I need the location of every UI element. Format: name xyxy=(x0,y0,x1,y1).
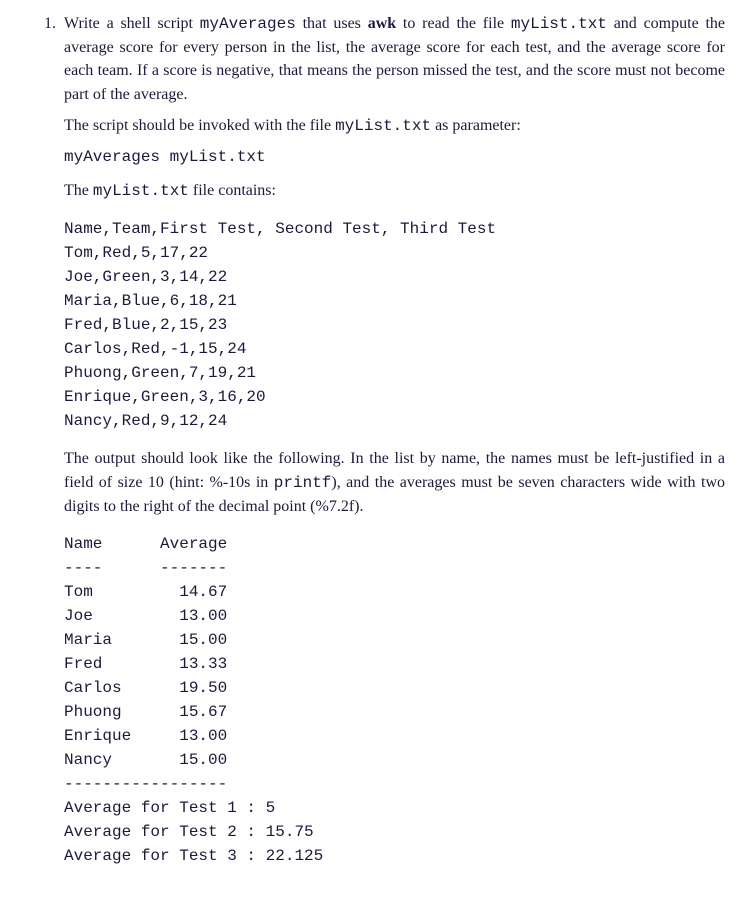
code-filename: myList.txt xyxy=(511,15,607,33)
item-number: 1. xyxy=(28,12,64,35)
code-printf: printf xyxy=(274,474,332,492)
invoke-command: myAverages myList.txt xyxy=(64,146,725,169)
file-contents-block: Name,Team,First Test, Second Test, Third… xyxy=(64,217,725,433)
question-item: 1. Write a shell script myAverages that … xyxy=(28,12,725,882)
paragraph-1: Write a shell script myAverages that use… xyxy=(64,12,725,106)
text: to read the file xyxy=(396,15,511,32)
paragraph-3: The myList.txt file contains: xyxy=(64,179,725,203)
text: that uses xyxy=(296,15,368,32)
text: Write a shell script xyxy=(64,15,200,32)
paragraph-2: The script should be invoked with the fi… xyxy=(64,114,725,138)
item-body: Write a shell script myAverages that use… xyxy=(64,12,725,882)
code-script-name: myAverages xyxy=(200,15,296,33)
text: file contains: xyxy=(189,182,276,199)
text: as parameter: xyxy=(431,117,521,134)
code-filename: myList.txt xyxy=(335,117,431,135)
text: The xyxy=(64,182,93,199)
output-block: Name Average ---- ------- Tom 14.67 Joe … xyxy=(64,532,725,868)
paragraph-4: The output should look like the followin… xyxy=(64,447,725,518)
code-filename: myList.txt xyxy=(93,182,189,200)
bold-awk: awk xyxy=(368,15,396,32)
text: The script should be invoked with the fi… xyxy=(64,117,335,134)
